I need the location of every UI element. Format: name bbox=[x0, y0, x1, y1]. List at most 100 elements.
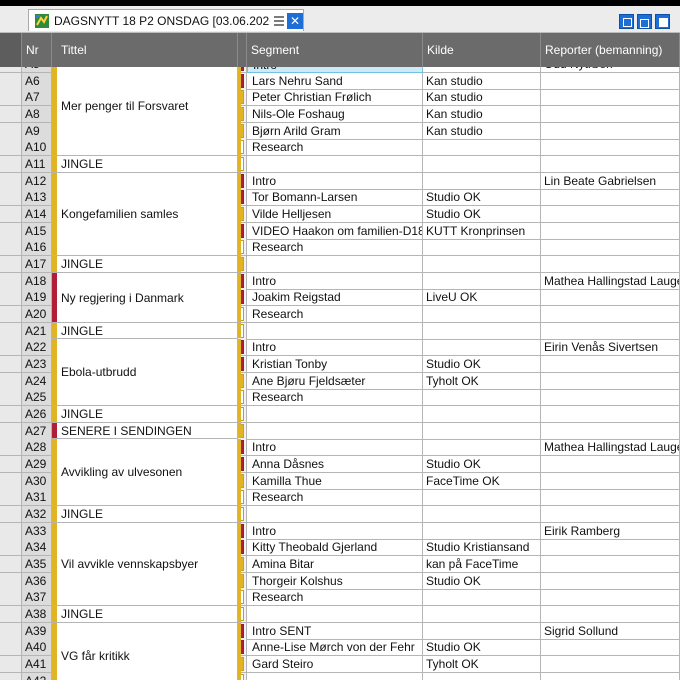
kilde-cell[interactable] bbox=[423, 406, 541, 424]
rundown-tab[interactable]: DAGSNYTT 18 P2 ONSDAG [03.06.2026 18:00 … bbox=[28, 9, 304, 31]
row-selector[interactable] bbox=[0, 356, 22, 374]
row-selector[interactable] bbox=[0, 139, 22, 157]
kilde-cell[interactable] bbox=[423, 239, 541, 257]
reporter-cell[interactable]: Eirik Ramberg bbox=[541, 522, 680, 540]
reporter-cell[interactable] bbox=[541, 189, 680, 207]
tab-menu-icon[interactable] bbox=[274, 15, 284, 26]
story-title-cell[interactable]: Ny regjering i Danmark bbox=[52, 272, 238, 323]
segment-cell[interactable]: Kristian Tonby bbox=[247, 356, 423, 374]
kilde-cell[interactable] bbox=[423, 339, 541, 357]
kilde-cell[interactable]: KUTT Kronprinsen bbox=[423, 222, 541, 240]
story-title-cell[interactable]: JINGLE bbox=[52, 606, 238, 623]
kilde-cell[interactable] bbox=[423, 172, 541, 190]
segment-cell[interactable]: Tor Bomann-Larsen bbox=[247, 189, 423, 207]
reporter-cell[interactable] bbox=[541, 422, 680, 440]
row-selector[interactable] bbox=[0, 206, 22, 224]
row-selector[interactable] bbox=[0, 306, 22, 324]
kilde-cell[interactable]: Kan studio bbox=[423, 89, 541, 107]
segment-cell[interactable] bbox=[247, 422, 423, 440]
row-selector[interactable] bbox=[0, 572, 22, 590]
kilde-cell[interactable]: Studio OK bbox=[423, 356, 541, 374]
reporter-cell[interactable] bbox=[541, 589, 680, 607]
segment-cell[interactable]: Lars Nehru Sand bbox=[247, 72, 423, 90]
reporter-cell[interactable] bbox=[541, 322, 680, 340]
kilde-cell[interactable] bbox=[423, 506, 541, 524]
row-selector[interactable] bbox=[0, 222, 22, 240]
kilde-cell[interactable]: Kan studio bbox=[423, 106, 541, 123]
reporter-cell[interactable] bbox=[541, 72, 680, 90]
row-selector[interactable] bbox=[0, 606, 22, 624]
segment-cell[interactable]: Research bbox=[247, 239, 423, 257]
row-selector[interactable] bbox=[0, 456, 22, 474]
segment-cell[interactable]: Amina Bitar bbox=[247, 556, 423, 574]
row-selector[interactable] bbox=[0, 622, 22, 640]
reporter-cell[interactable] bbox=[541, 639, 680, 657]
reporter-cell[interactable] bbox=[541, 239, 680, 257]
kilde-cell[interactable] bbox=[423, 272, 541, 290]
reporter-cell[interactable] bbox=[541, 472, 680, 490]
segment-cell[interactable]: Intro bbox=[247, 339, 423, 357]
segment-cell[interactable]: Research bbox=[247, 389, 423, 407]
segment-cell[interactable] bbox=[247, 156, 423, 174]
reporter-cell[interactable] bbox=[541, 656, 680, 674]
kilde-cell[interactable] bbox=[423, 422, 541, 440]
segment-cell[interactable]: Intro SENT bbox=[247, 622, 423, 640]
segment-cell[interactable]: Vilde Helljesen bbox=[247, 206, 423, 224]
kilde-cell[interactable] bbox=[423, 389, 541, 407]
story-title-cell[interactable]: JINGLE bbox=[52, 156, 238, 173]
reporter-cell[interactable] bbox=[541, 356, 680, 374]
segment-cell[interactable]: Bjørn Arild Gram bbox=[247, 122, 423, 140]
close-tab-icon[interactable]: ✕ bbox=[287, 12, 303, 29]
column-header-tittel[interactable]: Tittel bbox=[52, 33, 238, 67]
segment-cell[interactable]: Ane Bjøru Fjeldsæter bbox=[247, 372, 423, 390]
kilde-cell[interactable] bbox=[423, 139, 541, 157]
kilde-cell[interactable] bbox=[423, 322, 541, 340]
kilde-cell[interactable]: Studio OK bbox=[423, 639, 541, 657]
reporter-cell[interactable] bbox=[541, 672, 680, 680]
segment-cell[interactable]: Thorgeir Kolshus bbox=[247, 572, 423, 590]
kilde-cell[interactable]: Studio Kristiansand bbox=[423, 539, 541, 557]
segment-cell[interactable] bbox=[247, 672, 423, 680]
segment-cell[interactable]: Anna Dåsnes bbox=[247, 456, 423, 474]
column-header-segment[interactable]: Segment bbox=[247, 33, 423, 67]
row-selector[interactable] bbox=[0, 106, 22, 123]
reporter-cell[interactable] bbox=[541, 139, 680, 157]
segment-cell[interactable]: Research bbox=[247, 589, 423, 607]
kilde-cell[interactable] bbox=[423, 672, 541, 680]
kilde-cell[interactable] bbox=[423, 439, 541, 457]
segment-cell[interactable]: Kamilla Thue bbox=[247, 472, 423, 490]
row-selector[interactable] bbox=[0, 472, 22, 490]
row-selector[interactable] bbox=[0, 439, 22, 457]
kilde-cell[interactable]: Tyholt OK bbox=[423, 372, 541, 390]
reporter-cell[interactable] bbox=[541, 506, 680, 524]
row-selector[interactable] bbox=[0, 339, 22, 357]
reporter-cell[interactable] bbox=[541, 306, 680, 324]
reporter-cell[interactable] bbox=[541, 89, 680, 107]
reporter-cell[interactable] bbox=[541, 106, 680, 123]
reporter-cell[interactable] bbox=[541, 489, 680, 507]
row-selector[interactable] bbox=[0, 272, 22, 290]
row-selector[interactable] bbox=[0, 422, 22, 440]
row-selector[interactable] bbox=[0, 589, 22, 607]
kilde-cell[interactable]: Kan studio bbox=[423, 122, 541, 140]
reporter-cell[interactable] bbox=[541, 206, 680, 224]
segment-cell[interactable]: Intro bbox=[247, 272, 423, 290]
reporter-cell[interactable]: Sigrid Sollund bbox=[541, 622, 680, 640]
story-title-cell[interactable]: VG får kritikk bbox=[52, 622, 238, 680]
row-selector[interactable] bbox=[0, 406, 22, 424]
reporter-cell[interactable] bbox=[541, 456, 680, 474]
segment-cell[interactable]: Intro bbox=[247, 439, 423, 457]
reporter-cell[interactable]: Mathea Hallingstad Lauge bbox=[541, 272, 680, 290]
column-header-reporter[interactable]: Reporter (bemanning) bbox=[541, 33, 680, 67]
reporter-cell[interactable] bbox=[541, 539, 680, 557]
kilde-cell[interactable]: Tyholt OK bbox=[423, 656, 541, 674]
kilde-cell[interactable]: Kan studio bbox=[423, 72, 541, 90]
segment-cell[interactable]: Research bbox=[247, 489, 423, 507]
segment-cell[interactable]: Intro bbox=[247, 172, 423, 190]
row-selector[interactable] bbox=[0, 289, 22, 307]
story-title-cell[interactable]: Avvikling av ulvesonen bbox=[52, 439, 238, 507]
row-selector[interactable] bbox=[0, 506, 22, 524]
segment-cell[interactable] bbox=[247, 606, 423, 624]
segment-cell[interactable]: Peter Christian Frølich bbox=[247, 89, 423, 107]
reporter-cell[interactable] bbox=[541, 406, 680, 424]
